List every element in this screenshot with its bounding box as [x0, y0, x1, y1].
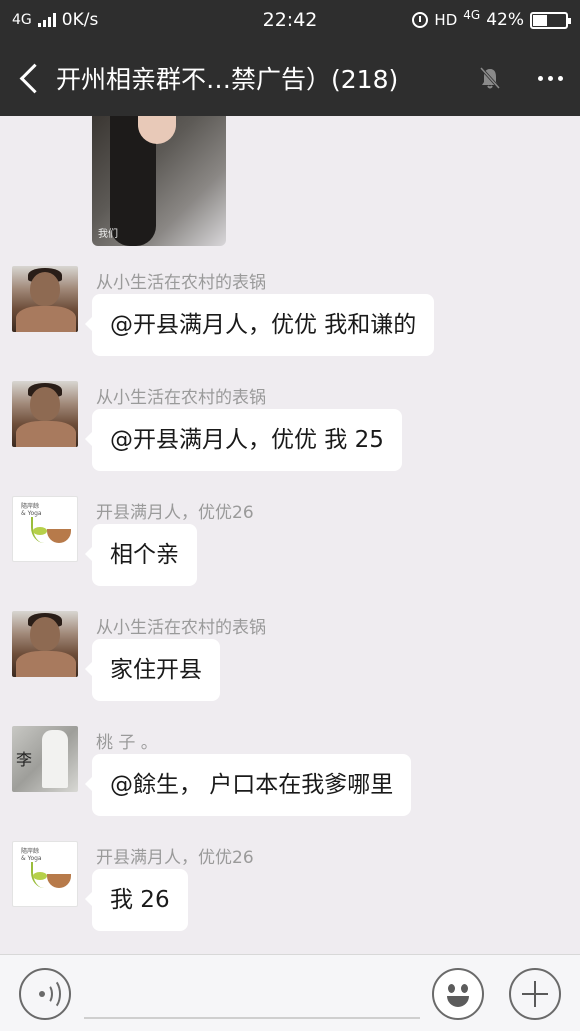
status-bar: 4G 0K/s 22:42 HD 4G 42%	[0, 0, 580, 40]
avatar[interactable]	[12, 266, 78, 332]
bell-muted-icon[interactable]	[460, 40, 520, 116]
message-bubble[interactable]: @餘生， 户口本在我爹哪里	[84, 754, 412, 816]
status-right: HD 4G 42%	[368, 8, 571, 30]
chat-header: 开州相亲群不…禁广告）(218)	[0, 40, 580, 116]
network-speed: 0K/s	[61, 10, 99, 30]
alarm-icon	[412, 12, 429, 28]
hd-indicator: HD	[434, 11, 458, 29]
avatar-label: & Yoga	[21, 855, 42, 862]
message-bubble[interactable]: 相个亲	[85, 524, 197, 586]
input-bar	[0, 954, 580, 1031]
sender-name: 从小生活在农村的表锅	[96, 388, 266, 408]
message-row: 隨岸餘 & Yoga 开县满月人，优优26 我 26	[0, 841, 580, 937]
signal-icon	[37, 13, 56, 27]
message-row: 从小生活在农村的表锅 @开县满月人，优优 我 25	[0, 381, 580, 477]
message-row: 隨岸餘 & Yoga 开县满月人，优优26 相个亲	[0, 496, 580, 592]
avatar[interactable]	[12, 611, 78, 677]
back-arrow-icon[interactable]	[0, 40, 56, 116]
network-type-2: 4G	[463, 8, 481, 22]
chat-list[interactable]: 我们 从小生活在农村的表锅 @开县满月人，优优 我和谦的 从小生活在农村的表锅 …	[0, 116, 580, 954]
message-input[interactable]	[84, 969, 420, 1019]
battery-icon	[530, 11, 571, 29]
network-type: 4G	[12, 12, 32, 28]
battery-percent: 42%	[486, 10, 524, 30]
image-message[interactable]: 我们	[92, 116, 226, 246]
more-icon[interactable]	[520, 40, 580, 116]
bell-muted-svg	[479, 66, 501, 90]
emoji-icon[interactable]	[432, 968, 484, 1020]
avatar-label: 隨岸餘	[21, 848, 40, 855]
avatar-label: 隨岸餘	[21, 503, 40, 510]
message-bubble[interactable]: @开县满月人，优优 我和谦的	[84, 294, 435, 356]
clock: 22:42	[262, 9, 318, 31]
voice-icon[interactable]	[19, 968, 71, 1020]
sender-name: 开县满月人，优优26	[96, 848, 254, 868]
message-bubble[interactable]: 我 26	[85, 869, 188, 931]
message-bubble[interactable]: @开县满月人，优优 我 25	[85, 409, 402, 471]
avatar[interactable]: 李	[12, 726, 78, 792]
chat-title: 开州相亲群不…禁广告）(218)	[56, 65, 399, 94]
plus-icon[interactable]	[509, 968, 561, 1020]
avatar[interactable]	[12, 381, 78, 447]
avatar-label: & Yoga	[21, 510, 42, 517]
message-row: 李 桃 子 。 @餘生， 户口本在我爹哪里	[0, 726, 580, 822]
sender-name: 开县满月人，优优26	[96, 503, 254, 523]
message-row: 从小生活在农村的表锅 家住开县	[0, 611, 580, 707]
avatar-label: 李	[16, 750, 33, 769]
sender-name: 桃 子 。	[96, 733, 158, 753]
sender-name: 从小生活在农村的表锅	[96, 273, 266, 293]
message-row: 从小生活在农村的表锅 @开县满月人，优优 我和谦的	[0, 266, 580, 362]
avatar[interactable]: 隨岸餘 & Yoga	[12, 496, 78, 562]
status-left: 4G 0K/s	[12, 10, 212, 30]
image-sticker-text: 我们	[98, 229, 118, 240]
avatar[interactable]: 隨岸餘 & Yoga	[12, 841, 78, 907]
message-bubble[interactable]: 家住开县	[85, 639, 220, 701]
battery-fill	[533, 14, 548, 26]
sender-name: 从小生活在农村的表锅	[96, 618, 266, 638]
